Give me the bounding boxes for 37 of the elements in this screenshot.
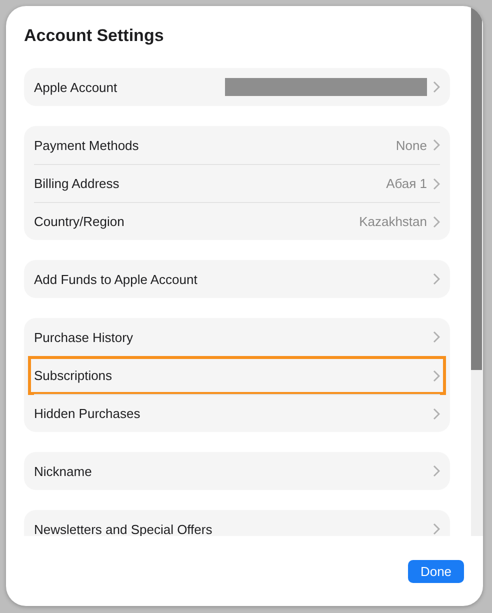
chevron-icon bbox=[433, 139, 440, 151]
scroll-thumb[interactable] bbox=[471, 6, 482, 370]
chevron-icon bbox=[433, 370, 440, 382]
settings-row[interactable]: Purchase History bbox=[34, 318, 440, 356]
row-label: Purchase History bbox=[34, 330, 134, 344]
chevron-icon bbox=[433, 178, 440, 190]
row-label: Subscriptions bbox=[34, 368, 114, 383]
scrollbar[interactable] bbox=[471, 6, 483, 536]
settings-row[interactable]: Apple Account bbox=[34, 68, 440, 106]
chevron-icon bbox=[433, 331, 440, 343]
chevron-icon bbox=[433, 216, 440, 228]
row-label: Payment Methods bbox=[34, 138, 140, 152]
row-label: Country/Region bbox=[34, 214, 126, 229]
settings-row[interactable]: Subscriptions bbox=[34, 356, 440, 394]
row-label: Hidden Purchases bbox=[34, 406, 142, 421]
settings-row[interactable]: Newsletters and Special Offers bbox=[34, 510, 440, 536]
row-label: Nickname bbox=[34, 464, 93, 478]
settings-row[interactable]: Billing Address Абая 1 bbox=[34, 164, 440, 202]
row-value: Абая 1 bbox=[386, 176, 427, 191]
settings-row[interactable]: Add Funds to Apple Account bbox=[34, 260, 440, 298]
row-label: Apple Account bbox=[34, 80, 118, 94]
chevron-icon bbox=[433, 81, 440, 93]
row-value: None bbox=[396, 138, 427, 152]
row-label: Newsletters and Special Offers bbox=[34, 522, 214, 536]
settings-row[interactable]: Nickname bbox=[34, 452, 440, 490]
done-button[interactable]: Done bbox=[408, 560, 464, 583]
chevron-icon bbox=[433, 523, 440, 535]
chevron-icon bbox=[433, 465, 440, 477]
row-label: Add Funds to Apple Account bbox=[34, 272, 198, 286]
row-value: Kazakhstan bbox=[359, 214, 427, 229]
chevron-icon bbox=[433, 408, 440, 420]
chevron-icon bbox=[433, 273, 440, 285]
settings-row[interactable]: Payment Methods None bbox=[34, 126, 440, 164]
settings-row[interactable]: Country/Region Kazakhstan bbox=[34, 202, 440, 240]
settings-row[interactable]: Hidden Purchases bbox=[34, 394, 440, 432]
window-title: Account Settings bbox=[24, 26, 165, 46]
row-label: Billing Address bbox=[34, 176, 120, 191]
